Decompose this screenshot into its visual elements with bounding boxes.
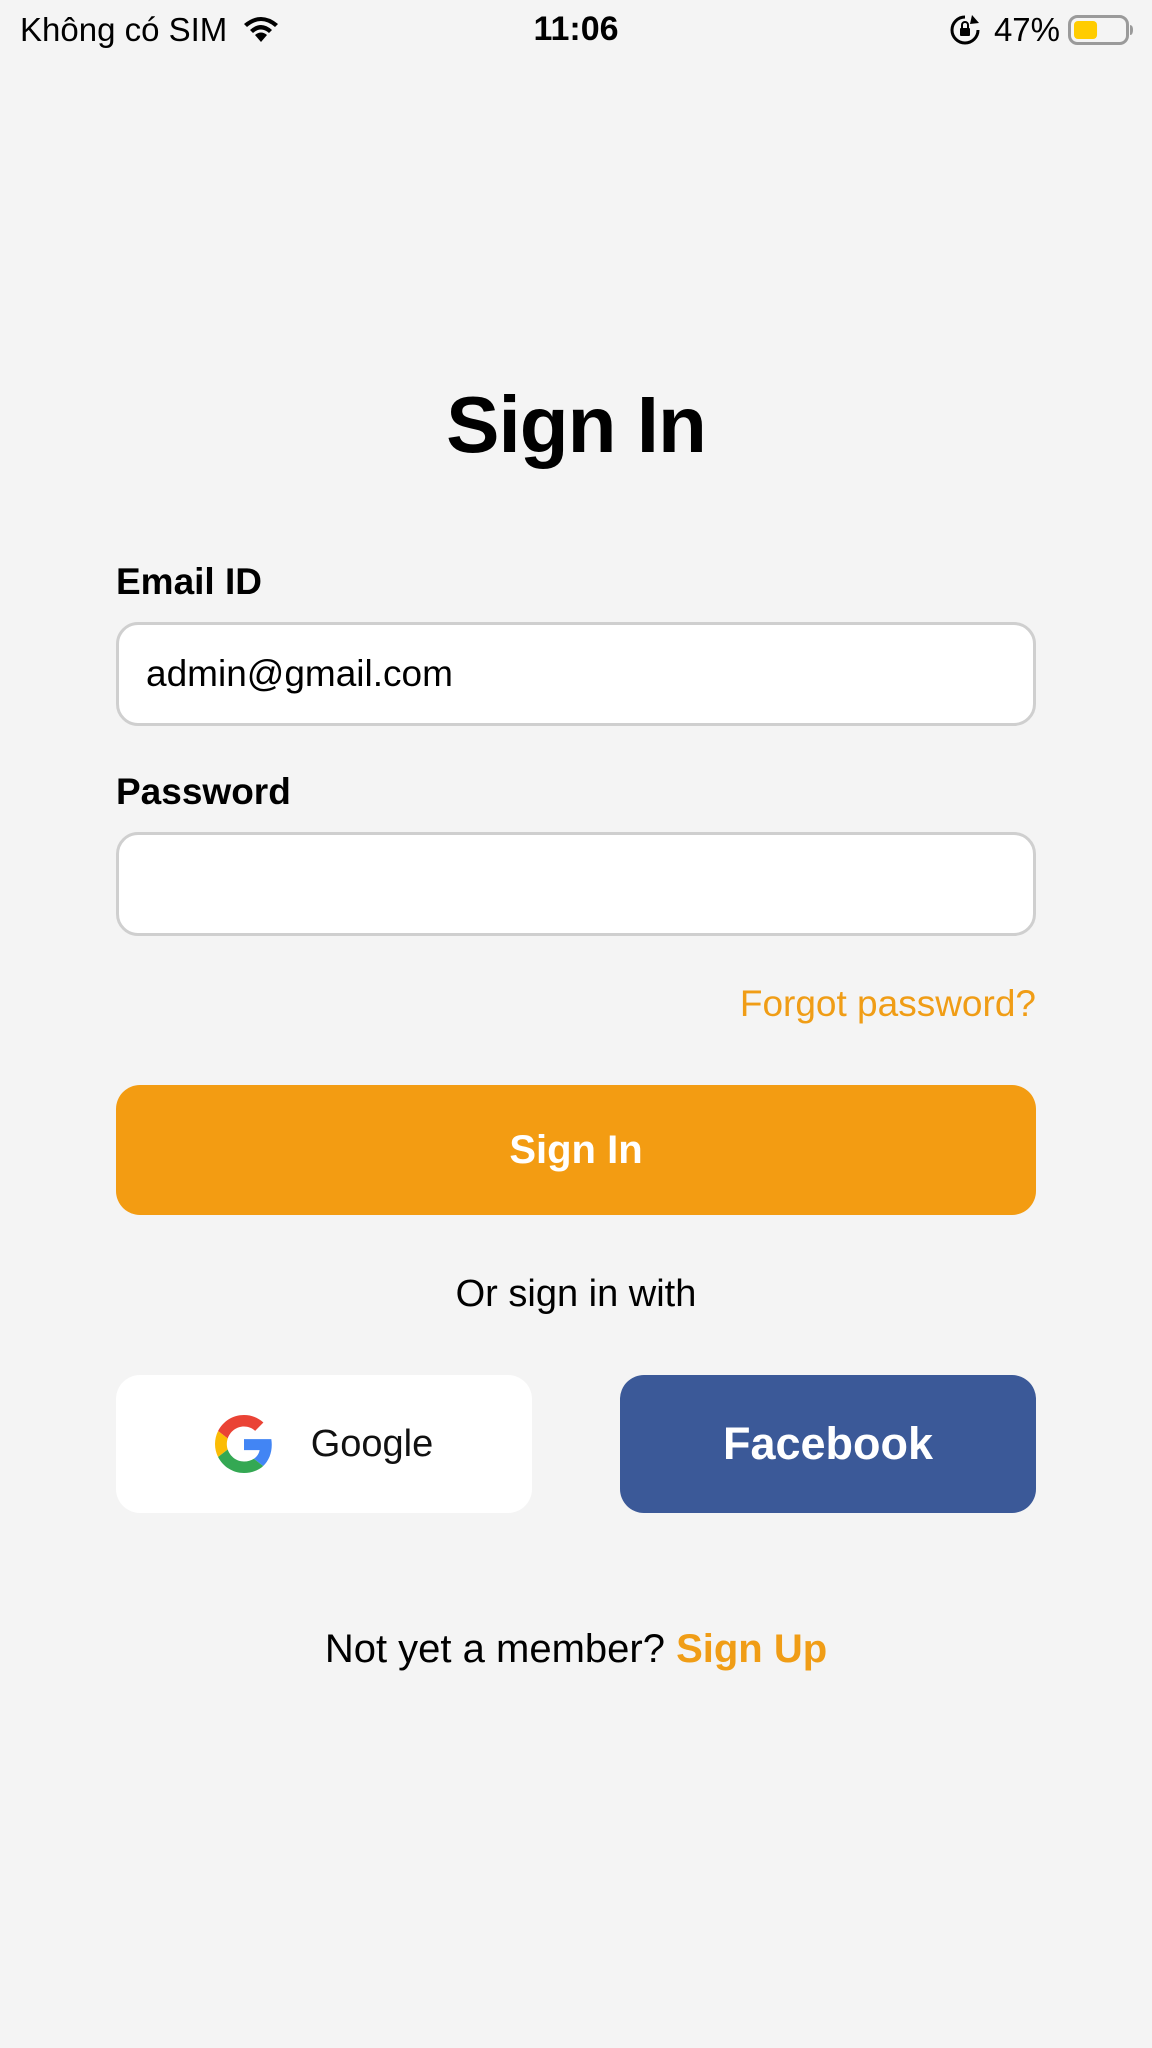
google-sign-in-button[interactable]: Google bbox=[116, 1375, 532, 1513]
signup-link[interactable]: Sign Up bbox=[676, 1627, 827, 1671]
forgot-password-link[interactable]: Forgot password? bbox=[740, 982, 1036, 1026]
lock-rotation-icon bbox=[950, 15, 980, 45]
email-field[interactable] bbox=[116, 622, 1036, 726]
password-label: Password bbox=[116, 771, 291, 812]
page-title: Sign In bbox=[446, 380, 707, 469]
facebook-sign-in-button[interactable]: Facebook bbox=[620, 1375, 1036, 1513]
status-right: 47% bbox=[948, 10, 1134, 50]
google-label: Google bbox=[310, 1422, 434, 1465]
email-label: Email ID bbox=[116, 561, 262, 602]
signup-row: Not yet a member? Sign Up bbox=[0, 1626, 1152, 1672]
battery-percent: 47% bbox=[993, 11, 1060, 48]
or-sign-in-with-text: Or sign in with bbox=[455, 1273, 697, 1315]
password-field[interactable] bbox=[116, 832, 1036, 936]
battery-icon bbox=[1068, 15, 1133, 45]
sign-in-button[interactable]: Sign In bbox=[116, 1085, 1036, 1215]
google-icon bbox=[214, 1415, 272, 1473]
signup-prompt: Not yet a member? bbox=[324, 1627, 665, 1671]
status-bar: Không có SIM 11:06 47% bbox=[0, 0, 1152, 58]
